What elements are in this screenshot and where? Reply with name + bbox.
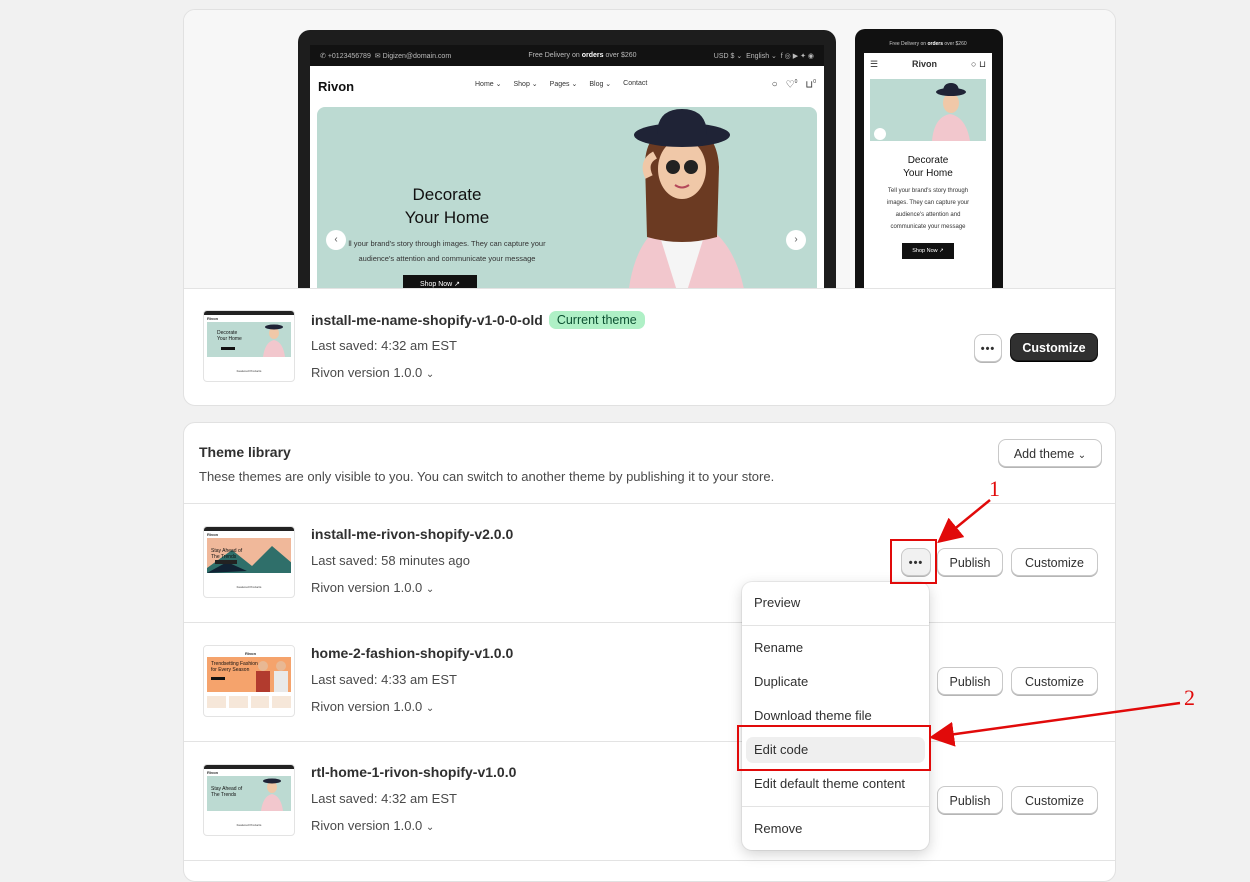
annotation-arrow-2 — [929, 701, 1181, 747]
annotation-arrows — [929, 499, 1181, 747]
annotation-arrow-1 — [937, 499, 991, 544]
